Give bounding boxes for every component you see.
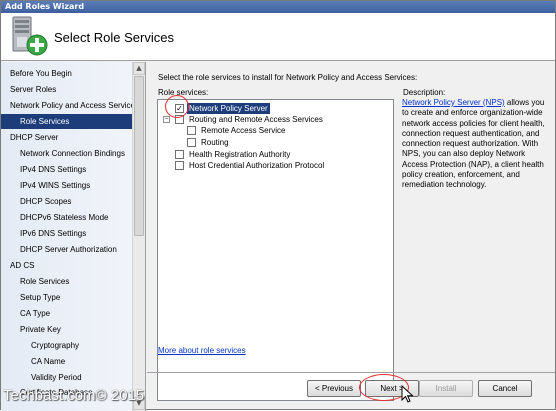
nav-item-before-you-begin[interactable]: Before You Begin: [1, 66, 132, 81]
role-services-tree[interactable]: ✓ Network Policy Server − Routing and Re…: [157, 99, 394, 401]
wizard-header: Select Role Services: [1, 13, 555, 61]
nav-scrollbar[interactable]: ▲ ▼: [132, 62, 145, 411]
install-button[interactable]: Install: [419, 380, 473, 397]
tree-label-network-policy-server: Network Policy Server: [187, 103, 270, 114]
nav-item-role-services-selected[interactable]: Role Services: [1, 114, 132, 129]
tree-label-routing-remote-access: Routing and Remote Access Services: [189, 115, 323, 124]
nav-item-setup-type[interactable]: Setup Type: [1, 290, 132, 305]
wizard-step-nav: Before You Begin Server Roles Network Po…: [1, 62, 146, 411]
page-title: Select Role Services: [54, 30, 174, 45]
nav-item-ipv6-dns-settings[interactable]: IPv6 DNS Settings: [1, 226, 132, 241]
nps-description-link[interactable]: Network Policy Server (NPS): [402, 98, 505, 107]
nav-item-ad-cs[interactable]: AD CS: [1, 258, 132, 273]
nav-item-dhcp-scopes[interactable]: DHCP Scopes: [1, 194, 132, 209]
description-body: allows you to create and enforce organiz…: [402, 98, 545, 190]
watermark-text: Techbast.com© 2015: [3, 387, 145, 404]
instruction-text: Select the role services to install for …: [158, 73, 418, 82]
annotation-circle-checkbox: [165, 95, 189, 118]
nav-item-ca-type[interactable]: CA Type: [1, 306, 132, 321]
main-panel: Select the role services to install for …: [147, 62, 555, 411]
nav-item-private-key[interactable]: Private Key: [1, 322, 132, 337]
checkbox-health-registration-authority[interactable]: [175, 150, 184, 159]
nav-item-ipv4-wins-settings[interactable]: IPv4 WINS Settings: [1, 178, 132, 193]
cancel-button[interactable]: Cancel: [478, 380, 532, 397]
nav-item-ca-name[interactable]: CA Name: [1, 354, 132, 369]
nav-item-network-policy-access-services[interactable]: Network Policy and Access Services: [1, 98, 139, 113]
title-bar[interactable]: Add Roles Wizard: [1, 1, 555, 13]
checkbox-remote-access-service[interactable]: [187, 126, 196, 135]
tree-label-remote-access-service: Remote Access Service: [201, 126, 286, 135]
nav-item-ad-cs-role-services[interactable]: Role Services: [1, 274, 132, 289]
previous-button[interactable]: < Previous: [307, 380, 361, 397]
button-separator: [147, 372, 555, 373]
collapse-minus-icon[interactable]: −: [163, 116, 170, 123]
nav-item-server-roles[interactable]: Server Roles: [1, 82, 132, 97]
nav-item-network-connection-bindings[interactable]: Network Connection Bindings: [1, 146, 132, 161]
nav-item-dhcp-server[interactable]: DHCP Server: [1, 130, 132, 145]
nav-item-validity-period[interactable]: Validity Period: [1, 370, 132, 385]
wizard-window: Add Roles Wizard Select Role Services Be…: [0, 0, 556, 411]
scroll-thumb[interactable]: [134, 76, 144, 236]
description-label: Description:: [403, 88, 446, 97]
more-about-role-services-link[interactable]: More about role services: [158, 346, 246, 355]
nav-item-ipv4-dns-settings[interactable]: IPv4 DNS Settings: [1, 162, 132, 177]
tree-label-routing: Routing: [201, 138, 229, 147]
checkbox-routing[interactable]: [187, 138, 196, 147]
mouse-cursor-icon: [401, 385, 414, 403]
tree-label-health-registration-authority: Health Registration Authority: [189, 150, 291, 159]
scroll-up-arrow-icon[interactable]: ▲: [133, 62, 145, 75]
tree-label-host-credential-authorization-protocol: Host Credential Authorization Protocol: [189, 161, 325, 170]
window-title: Add Roles Wizard: [5, 2, 85, 11]
nav-item-cryptography[interactable]: Cryptography: [1, 338, 132, 353]
server-roles-add-icon: [12, 16, 48, 56]
description-text: Network Policy Server (NPS) allows you t…: [402, 98, 550, 191]
checkbox-host-credential-authorization-protocol[interactable]: [175, 161, 184, 170]
nav-item-dhcp-server-authorization[interactable]: DHCP Server Authorization: [1, 242, 132, 257]
nav-item-dhcpv6-stateless-mode[interactable]: DHCPv6 Stateless Mode: [1, 210, 132, 225]
